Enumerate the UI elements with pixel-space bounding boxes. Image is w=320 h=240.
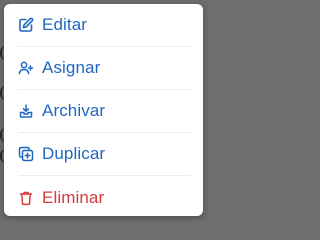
menu-item-label: Editar	[42, 15, 88, 34]
menu-item-duplicate[interactable]: Duplicar	[18, 133, 191, 176]
context-menu: Editar Asignar Archivar Duplicar Elimina…	[4, 4, 203, 216]
menu-item-label: Eliminar	[42, 187, 105, 207]
menu-item-edit[interactable]: Editar	[18, 4, 191, 47]
copy-icon	[18, 146, 34, 162]
menu-item-assign[interactable]: Asignar	[18, 47, 191, 90]
menu-item-delete[interactable]: Eliminar	[18, 176, 191, 219]
trash-icon	[18, 190, 34, 206]
menu-item-label: Asignar	[42, 58, 101, 77]
user-plus-icon	[18, 60, 34, 76]
menu-item-archive[interactable]: Archivar	[18, 90, 191, 133]
menu-item-label: Archivar	[42, 101, 106, 120]
archive-icon	[18, 103, 34, 119]
menu-item-label: Duplicar	[42, 144, 106, 163]
edit-icon	[18, 17, 34, 33]
